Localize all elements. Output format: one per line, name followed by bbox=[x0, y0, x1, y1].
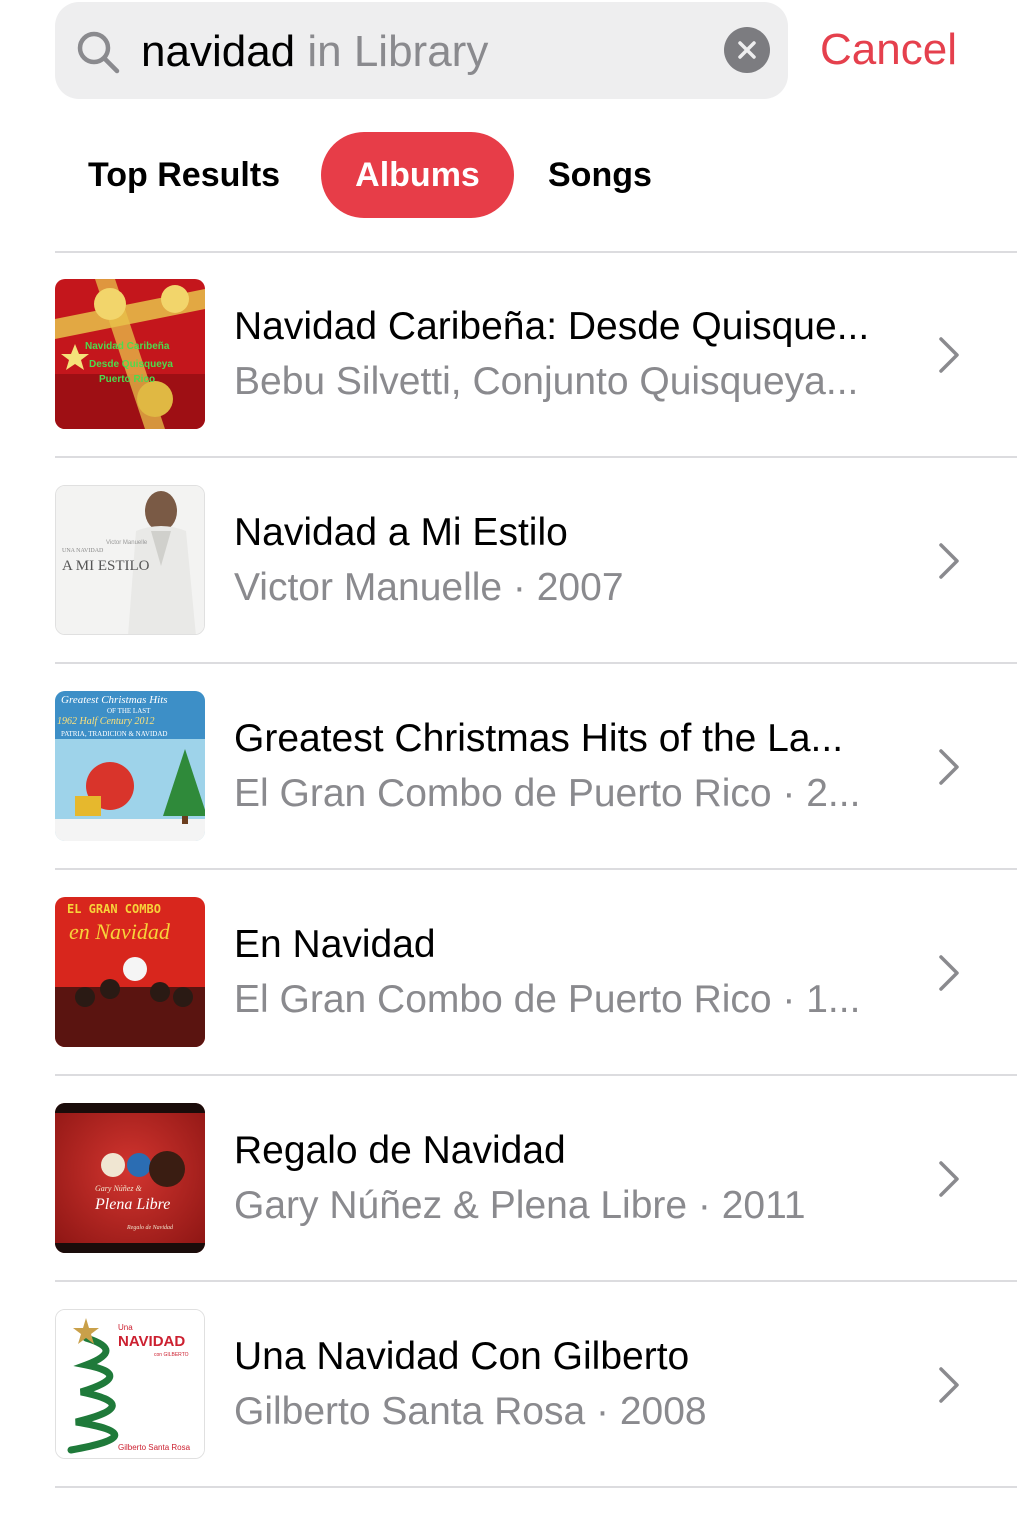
tab-albums[interactable]: Albums bbox=[321, 132, 514, 218]
album-title: Greatest Christmas Hits of the La... bbox=[234, 717, 844, 760]
album-title: Una Navidad Con Gilberto bbox=[234, 1335, 690, 1378]
search-bar-row: navidad in Library Cancel bbox=[0, 0, 1017, 110]
album-art-image: Gary Núñez & Plena Libre Regalo de Navid… bbox=[55, 1103, 205, 1253]
album-art-caption: Gilberto Santa Rosa bbox=[118, 1443, 191, 1452]
album-art-image: Navidad Caribeña Desde Quisqueya Puerto … bbox=[55, 279, 205, 429]
album-art-caption: Gary Núñez & bbox=[95, 1184, 142, 1193]
divider bbox=[55, 1486, 1017, 1488]
chevron-right-icon bbox=[939, 337, 959, 373]
album-art-caption: Desde Quisqueya bbox=[89, 359, 173, 370]
album-art-image: UNA NAVIDAD A MI ESTILO Victor Manuelle bbox=[56, 486, 204, 634]
album-subtitle: El Gran Combo de Puerto Rico · 2... bbox=[234, 772, 861, 815]
search-scope-text: in Library bbox=[295, 27, 489, 76]
album-art-caption: Regalo de Navidad bbox=[126, 1225, 174, 1231]
tab-songs[interactable]: Songs bbox=[548, 132, 652, 218]
search-field[interactable]: navidad in Library bbox=[55, 2, 788, 99]
list-item[interactable]: EL GRAN COMBO en Navidad En Navidad El G… bbox=[0, 869, 1017, 1075]
album-art: Greatest Christmas Hits OF THE LAST 1962… bbox=[55, 691, 205, 841]
album-art-caption: Una bbox=[118, 1323, 133, 1332]
album-subtitle: Gilberto Santa Rosa · 2008 bbox=[234, 1390, 707, 1433]
album-art-caption: NAVIDAD bbox=[118, 1333, 185, 1350]
album-art-caption: Victor Manuelle bbox=[106, 540, 148, 546]
album-art: UNA NAVIDAD A MI ESTILO Victor Manuelle bbox=[55, 485, 205, 635]
album-art-caption: UNA NAVIDAD bbox=[62, 548, 104, 554]
chevron-right-icon bbox=[939, 543, 959, 579]
album-subtitle: Bebu Silvetti, Conjunto Quisqueya... bbox=[234, 360, 859, 403]
album-art-caption: en Navidad bbox=[69, 919, 171, 944]
album-art: Una NAVIDAD con GILBERTO Gilberto Santa … bbox=[55, 1309, 205, 1459]
album-art-caption: PATRIA, TRADICION & NAVIDAD bbox=[61, 730, 167, 738]
list-item[interactable]: Navidad Caribeña Desde Quisqueya Puerto … bbox=[0, 251, 1017, 457]
album-title: Navidad a Mi Estilo bbox=[234, 511, 568, 554]
cancel-button[interactable]: Cancel bbox=[820, 22, 957, 78]
album-art-image: Greatest Christmas Hits OF THE LAST 1962… bbox=[55, 691, 205, 841]
album-art-caption: Puerto Rico bbox=[99, 374, 155, 385]
album-art-caption: Greatest Christmas Hits bbox=[61, 694, 168, 706]
album-art-caption: A MI ESTILO bbox=[62, 558, 150, 574]
search-icon bbox=[77, 31, 120, 74]
list-item[interactable]: Greatest Christmas Hits OF THE LAST 1962… bbox=[0, 663, 1017, 869]
chevron-right-icon bbox=[939, 955, 959, 991]
album-subtitle: Gary Núñez & Plena Libre · 2011 bbox=[234, 1184, 806, 1227]
list-item[interactable]: UNA NAVIDAD A MI ESTILO Victor Manuelle … bbox=[0, 457, 1017, 663]
album-art-caption: OF THE LAST bbox=[107, 707, 151, 715]
chevron-right-icon bbox=[939, 1367, 959, 1403]
album-art-image: EL GRAN COMBO en Navidad bbox=[55, 897, 205, 1047]
album-art-caption: con GILBERTO bbox=[154, 1352, 189, 1358]
album-title: Navidad Caribeña: Desde Quisque... bbox=[234, 305, 870, 348]
album-title: En Navidad bbox=[234, 923, 436, 966]
album-subtitle: Victor Manuelle · 2007 bbox=[234, 566, 624, 609]
list-item[interactable]: Gary Núñez & Plena Libre Regalo de Navid… bbox=[0, 1075, 1017, 1281]
search-query-text: navidad bbox=[141, 27, 296, 76]
album-art-caption: EL GRAN COMBO bbox=[67, 902, 161, 916]
album-art: Gary Núñez & Plena Libre Regalo de Navid… bbox=[55, 1103, 205, 1253]
album-art-caption: Navidad Caribeña bbox=[85, 341, 170, 352]
chevron-right-icon bbox=[939, 1161, 959, 1197]
album-art: EL GRAN COMBO en Navidad bbox=[55, 897, 205, 1047]
album-title: Regalo de Navidad bbox=[234, 1129, 566, 1172]
album-art-image: Una NAVIDAD con GILBERTO Gilberto Santa … bbox=[56, 1310, 204, 1458]
album-art-caption: Plena Libre bbox=[94, 1196, 170, 1213]
album-subtitle: El Gran Combo de Puerto Rico · 1... bbox=[234, 978, 861, 1021]
search-scope-tabs: Top Results Albums Songs bbox=[0, 132, 1017, 218]
clear-search-button[interactable] bbox=[724, 27, 770, 73]
album-art: Navidad Caribeña Desde Quisqueya Puerto … bbox=[55, 279, 205, 429]
close-icon bbox=[738, 41, 756, 59]
album-art-caption: 1962 Half Century 2012 bbox=[57, 716, 155, 727]
tab-top-results[interactable]: Top Results bbox=[88, 132, 280, 218]
chevron-right-icon bbox=[939, 749, 959, 785]
list-item[interactable]: Una NAVIDAD con GILBERTO Gilberto Santa … bbox=[0, 1281, 1017, 1487]
search-input[interactable]: navidad in Library bbox=[141, 24, 488, 80]
